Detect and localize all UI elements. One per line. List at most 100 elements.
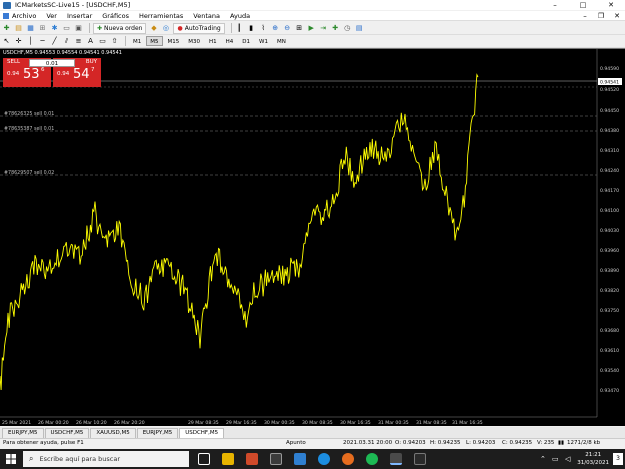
fibonacci-icon[interactable]: ≡ bbox=[74, 37, 83, 46]
menu-help[interactable]: Ayuda bbox=[230, 12, 250, 20]
child-minimize-icon[interactable]: – bbox=[577, 11, 593, 21]
time-label: 26 Mar 10:20 bbox=[76, 420, 107, 426]
mail-icon[interactable] bbox=[294, 453, 306, 465]
templates-icon[interactable]: ▤ bbox=[355, 24, 364, 33]
arrows-icon[interactable]: ⇧ bbox=[110, 37, 119, 46]
child-close-icon[interactable]: ✕ bbox=[609, 11, 625, 21]
spotify-icon[interactable] bbox=[366, 453, 378, 465]
horizontal-line-icon[interactable]: ─ bbox=[38, 37, 47, 46]
zoom-in-icon[interactable]: ⊕ bbox=[271, 24, 280, 33]
tab-chart[interactable]: USDCHF,M5 bbox=[44, 428, 90, 438]
metatrader-icon[interactable] bbox=[390, 453, 402, 465]
connection-icon: ▮▮ bbox=[558, 440, 565, 446]
tab-chart[interactable]: EURJPY,M5 bbox=[2, 428, 44, 438]
timeframe-m30[interactable]: M30 bbox=[184, 36, 204, 46]
drawing-toolbar: ↖ ✛ │ ─ ╱ ⫽ ≡ A ▭ ⇧ M1 M5 M15 M30 H1 H4 … bbox=[0, 35, 625, 48]
file-explorer-icon[interactable] bbox=[222, 453, 234, 465]
menu-tools[interactable]: Herramientas bbox=[139, 12, 183, 20]
menu-view[interactable]: Ver bbox=[46, 12, 57, 20]
timeframe-m1[interactable]: M1 bbox=[129, 36, 145, 46]
notification-badge[interactable]: 3 bbox=[613, 453, 623, 465]
timeframe-w1[interactable]: W1 bbox=[255, 36, 272, 46]
periods-icon[interactable]: ◷ bbox=[343, 24, 352, 33]
trendline-icon[interactable]: ╱ bbox=[50, 37, 59, 46]
status-high: H: 0.94235 bbox=[430, 440, 461, 446]
status-help: Para obtener ayuda, pulse F1 bbox=[3, 440, 84, 446]
label-icon[interactable]: ▭ bbox=[98, 37, 107, 46]
globe-icon[interactable]: ◎ bbox=[161, 24, 170, 33]
candle-chart-icon[interactable]: ▮ bbox=[247, 24, 256, 33]
store-icon[interactable] bbox=[270, 453, 282, 465]
close-icon[interactable]: ✕ bbox=[597, 0, 625, 10]
office-icon[interactable] bbox=[246, 453, 258, 465]
bar-chart-icon[interactable]: ┃ bbox=[235, 24, 244, 33]
edge-icon[interactable] bbox=[318, 453, 330, 465]
autoscroll-icon[interactable]: ▶ bbox=[307, 24, 316, 33]
menu-window[interactable]: Ventana bbox=[193, 12, 220, 20]
task-view-icon[interactable] bbox=[198, 453, 210, 465]
timeframe-m5[interactable]: M5 bbox=[146, 36, 163, 46]
price-label: 0.94240 bbox=[600, 168, 619, 174]
window-title: ICMarketsSC-Live15 - [USDCHF,M5] bbox=[15, 1, 131, 9]
cursor-icon[interactable]: ↖ bbox=[2, 37, 11, 46]
firefox-icon[interactable] bbox=[342, 453, 354, 465]
metaeditor-icon[interactable]: ◆ bbox=[149, 24, 158, 33]
time-label: 29 Mar 16:35 bbox=[226, 420, 257, 426]
tester-icon[interactable]: ▣ bbox=[74, 24, 83, 33]
time-label: 31 Mar 16:35 bbox=[452, 420, 483, 426]
volume-icon[interactable]: ◁ bbox=[565, 455, 570, 463]
navigator-icon[interactable]: ✱ bbox=[50, 24, 59, 33]
taskbar-clock[interactable]: 21:21 31/03/2021 bbox=[577, 451, 609, 467]
price-label: 0.93960 bbox=[600, 248, 619, 254]
new-order-button[interactable]: ✚ Nueva orden bbox=[93, 22, 147, 34]
data-window-icon[interactable]: ⊞ bbox=[38, 24, 47, 33]
market-watch-icon[interactable]: ▦ bbox=[26, 24, 35, 33]
zoom-out-icon[interactable]: ⊖ bbox=[283, 24, 292, 33]
price-label: 0.94590 bbox=[600, 66, 619, 72]
network-icon[interactable]: ▭ bbox=[552, 455, 559, 463]
line-chart-icon[interactable]: ⌇ bbox=[259, 24, 268, 33]
text-icon[interactable]: A bbox=[86, 37, 95, 46]
tab-chart[interactable]: XAUUSD,M5 bbox=[90, 428, 136, 438]
new-chart-icon[interactable]: ✚ bbox=[2, 24, 11, 33]
chart-window[interactable]: #78626325 sell 0.01 #78635387 sell 0.01 … bbox=[0, 48, 625, 426]
price-label: 0.93470 bbox=[600, 388, 619, 394]
price-chart[interactable]: #78626325 sell 0.01 #78635387 sell 0.01 … bbox=[0, 49, 625, 427]
tab-chart[interactable]: EURJPY,M5 bbox=[136, 428, 179, 438]
maximize-icon[interactable]: □ bbox=[569, 0, 597, 10]
terminal-icon[interactable]: ▭ bbox=[62, 24, 71, 33]
timeframe-h1[interactable]: H1 bbox=[205, 36, 221, 46]
profiles-icon[interactable]: ▤ bbox=[14, 24, 23, 33]
chart-shift-icon[interactable]: ⇥ bbox=[319, 24, 328, 33]
taskbar-search-input[interactable]: ⌕ Escribe aquí para buscar bbox=[23, 451, 189, 467]
channel-icon[interactable]: ⫽ bbox=[62, 37, 71, 46]
indicators-icon[interactable]: ✚ bbox=[331, 24, 340, 33]
price-label: 0.93610 bbox=[600, 348, 619, 354]
vertical-line-icon[interactable]: │ bbox=[26, 37, 35, 46]
tab-chart-active[interactable]: USDCHF,M5 bbox=[179, 428, 225, 438]
clock-date: 31/03/2021 bbox=[577, 460, 609, 466]
autotrading-button[interactable]: ● AutoTrading bbox=[173, 22, 225, 34]
app-window-icon[interactable] bbox=[414, 453, 426, 465]
timeframe-m15[interactable]: M15 bbox=[164, 36, 184, 46]
lot-size-input[interactable]: 0.01 bbox=[29, 59, 75, 67]
search-icon: ⌕ bbox=[29, 454, 34, 463]
time-label: 25 Mar 2021 bbox=[2, 420, 31, 426]
crosshair-icon[interactable]: ✛ bbox=[14, 37, 23, 46]
menu-charts[interactable]: Gráficos bbox=[102, 12, 129, 20]
status-datetime: 2021.03.31 20:00 bbox=[343, 440, 393, 446]
menu-insert[interactable]: Insertar bbox=[67, 12, 92, 20]
windows-start-icon[interactable] bbox=[6, 454, 16, 464]
tray-chevron-icon[interactable]: ⌃ bbox=[540, 455, 546, 463]
app-icon bbox=[3, 1, 11, 9]
status-traffic: 1271/2/8 kb bbox=[567, 440, 601, 446]
time-label: 30 Mar 16:35 bbox=[340, 420, 371, 426]
timeframe-d1[interactable]: D1 bbox=[238, 36, 254, 46]
menu-file[interactable]: Archivo bbox=[12, 12, 36, 20]
timeframe-h4[interactable]: H4 bbox=[222, 36, 238, 46]
minimize-icon[interactable]: – bbox=[541, 0, 569, 10]
child-restore-icon[interactable]: ❐ bbox=[593, 11, 609, 21]
price-label: 0.93540 bbox=[600, 368, 619, 374]
timeframe-mn[interactable]: MN bbox=[273, 36, 290, 46]
tile-windows-icon[interactable]: ⊞ bbox=[295, 24, 304, 33]
